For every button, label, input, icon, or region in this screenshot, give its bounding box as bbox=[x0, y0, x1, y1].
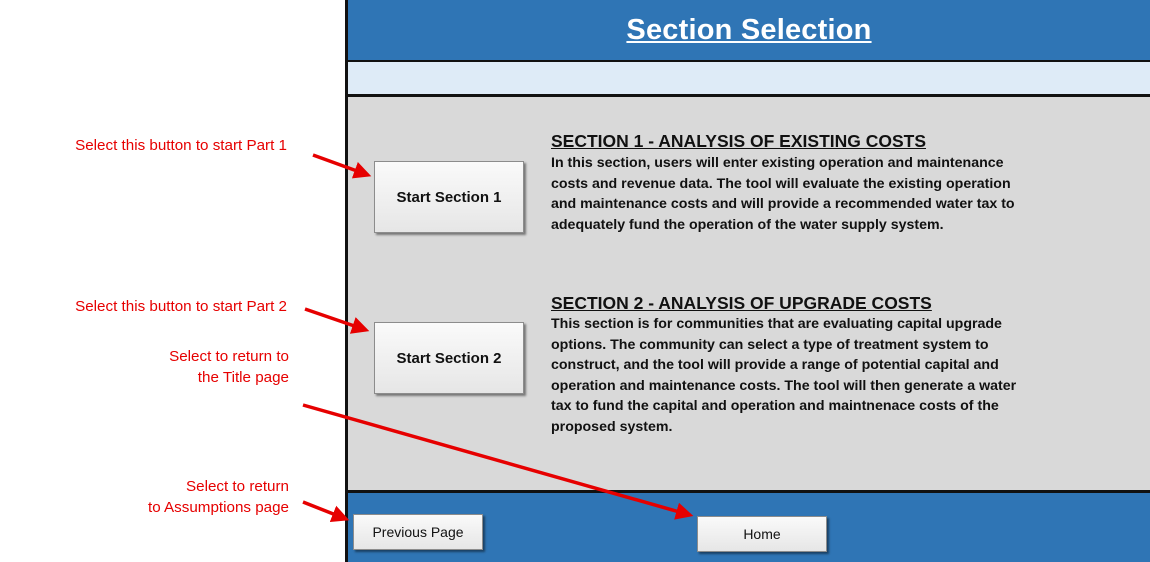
section-1-description: In this section, users will enter existi… bbox=[551, 153, 1111, 235]
section-2-line: operation and maintenance costs. The too… bbox=[551, 377, 1017, 394]
section-1-line: In this section, users will enter existi… bbox=[551, 155, 1004, 171]
section-2-line: proposed system. bbox=[551, 418, 673, 435]
annotation-line: the Title page bbox=[197, 369, 289, 386]
start-section-1-button[interactable]: Start Section 1 bbox=[374, 161, 524, 233]
footer-bar: Previous Page Home bbox=[348, 493, 1150, 562]
annotation-line: to Assumptions page bbox=[148, 499, 289, 516]
section-2-line: This section is for communities that are… bbox=[551, 316, 1002, 332]
section-1-title: SECTION 1 - ANALYSIS OF EXISTING COSTS bbox=[551, 131, 927, 151]
section-2-line: options. The community can select a type… bbox=[551, 336, 989, 353]
section-2-title: SECTION 2 - ANALYSIS OF UPGRADE COSTS bbox=[551, 293, 932, 313]
annotation-line: Select to return to bbox=[169, 348, 289, 365]
section-1-line: costs and revenue data. The tool will ev… bbox=[551, 175, 1011, 192]
section-1-line: and maintenance costs and will provide a… bbox=[551, 196, 1015, 213]
annotation-start-part-2: Select this button to start Part 2 bbox=[75, 298, 287, 315]
start-section-2-button[interactable]: Start Section 2 bbox=[374, 322, 524, 394]
sub-header-bar bbox=[348, 62, 1150, 97]
home-button[interactable]: Home bbox=[697, 516, 827, 552]
previous-page-button[interactable]: Previous Page bbox=[353, 514, 483, 550]
annotation-line: Select to return bbox=[186, 478, 289, 495]
annotation-start-part-1: Select this button to start Part 1 bbox=[75, 137, 287, 154]
annotation-return-title: Select to return to the Title page bbox=[0, 346, 289, 388]
section-1-line: adequately fund the operation of the wat… bbox=[551, 216, 944, 233]
section-2-line: construct, and the tool will provide a r… bbox=[551, 357, 999, 374]
section-2-line: tax to fund the capital and operation an… bbox=[551, 398, 999, 415]
section-2-description: This section is for communities that are… bbox=[551, 314, 1111, 438]
header-bar: Section Selection bbox=[348, 0, 1150, 62]
arrow-to-previous-button bbox=[302, 500, 350, 522]
section-selection-panel: Section Selection Start Section 1 SECTIO… bbox=[345, 0, 1150, 562]
annotation-return-assumptions: Select to return to Assumptions page bbox=[0, 476, 289, 518]
page-title: Section Selection bbox=[626, 13, 872, 46]
content-area: Start Section 1 SECTION 1 - ANALYSIS OF … bbox=[348, 97, 1150, 493]
